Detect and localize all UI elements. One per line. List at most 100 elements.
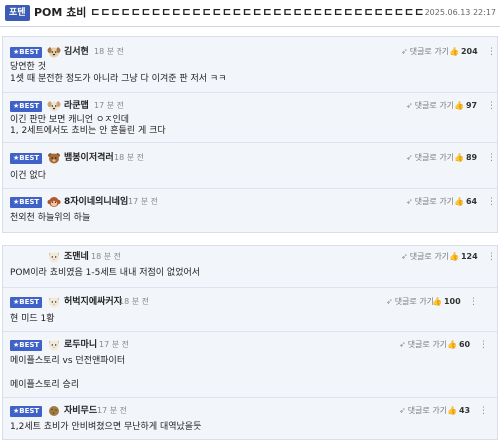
thumbs-up-icon: 👍 bbox=[447, 406, 457, 415]
cookie-avatar-icon[interactable] bbox=[47, 405, 61, 417]
comment-nickname[interactable]: 뱀봉이저격러 bbox=[64, 152, 114, 164]
reply-arrow-icon: ➶ bbox=[386, 297, 393, 306]
like-button[interactable]: 👍 204 bbox=[449, 46, 478, 58]
reply-arrow-icon: ➶ bbox=[399, 340, 406, 349]
reply-arrow-icon: ➶ bbox=[406, 101, 413, 110]
best-badge: ★BEST bbox=[10, 297, 43, 308]
reply-link-label: 댓글로 가기 bbox=[394, 297, 435, 306]
like-count: 60 bbox=[458, 340, 471, 349]
reply-link[interactable]: ➶ 댓글로 가기 bbox=[399, 405, 447, 417]
comment-body-line: 현 미드 1황 bbox=[10, 314, 55, 324]
comment-item: ★BEST 8자이네의니네임 17 분 전 ➶ 댓글로 가기 👍 64 ⋮ 천외천 … bbox=[3, 189, 497, 233]
reply-arrow-icon: ➶ bbox=[406, 153, 413, 162]
comment-item: ★BEST 자비무드 17 분 전 ➶ 댓글로 가기 👍 43 ⋮ 1,2세트 쵸비… bbox=[3, 398, 497, 440]
more-menu-icon[interactable]: ⋮ bbox=[487, 251, 496, 263]
comment-body-line: POM이라 쵸비였음 1-5세트 내내 저점이 없었어서 bbox=[10, 268, 201, 278]
comment-time: 18 분 전 bbox=[119, 297, 149, 306]
comment-item: ★BEST 허벅지에싸커지 18 분 전 ➶ 댓글로 가기 👍 100 ⋮ 현 미드… bbox=[3, 288, 497, 332]
reply-arrow-icon: ➶ bbox=[399, 406, 406, 415]
reply-arrow-icon: ➶ bbox=[401, 47, 408, 56]
thumbs-up-icon: 👍 bbox=[454, 101, 464, 110]
like-button[interactable]: 👍 97 bbox=[454, 100, 477, 112]
more-menu-icon[interactable]: ⋮ bbox=[487, 46, 496, 58]
more-menu-icon[interactable]: ⋮ bbox=[487, 100, 496, 112]
reply-link[interactable]: ➶ 댓글로 가기 bbox=[406, 152, 454, 164]
comment-nickname[interactable]: 로두마니 bbox=[64, 339, 97, 351]
comment-time: 17 분 전 bbox=[97, 406, 127, 415]
comment-time: 17 분 전 bbox=[99, 340, 129, 349]
comment-time: 17 분 전 bbox=[128, 197, 158, 206]
like-count: 97 bbox=[465, 101, 478, 110]
monkey-avatar-icon[interactable] bbox=[47, 196, 61, 208]
like-button[interactable]: 👍 64 bbox=[454, 196, 477, 208]
like-count: 43 bbox=[458, 406, 471, 415]
more-menu-icon[interactable]: ⋮ bbox=[487, 152, 496, 164]
comment-nickname[interactable]: 김서현 bbox=[64, 46, 89, 58]
post-header: 포텐 POM 쵸비 ㄷㄷㄷㄷㄷㄷㄷㄷㄷㄷㄷㄷㄷㄷㄷㄷㄷㄷㄷㄷㄷㄷㄷㄷㄷㄷㄷㄷㄷㄷ… bbox=[0, 0, 500, 27]
comment-nickname[interactable]: 자비무드 bbox=[64, 405, 97, 417]
more-menu-icon[interactable]: ⋮ bbox=[479, 405, 488, 417]
comment-body-line: 이건 없다 bbox=[10, 171, 46, 181]
comment-body-line: 당연한 것 bbox=[10, 62, 46, 72]
reply-link-label: 댓글로 가기 bbox=[409, 47, 450, 56]
comment-body-line: 1,2세트 쵸비가 안비벼쳤으면 무난하게 대역났을듯 bbox=[10, 422, 202, 432]
thumbs-up-icon: 👍 bbox=[454, 197, 464, 206]
like-button[interactable]: 👍 60 bbox=[447, 339, 470, 351]
comment-time: 18 분 전 bbox=[114, 153, 144, 162]
cat-avatar-icon[interactable] bbox=[47, 339, 61, 351]
like-button[interactable]: 👍 124 bbox=[449, 251, 478, 263]
thumbs-up-icon: 👍 bbox=[449, 47, 459, 56]
more-menu-icon[interactable]: ⋮ bbox=[479, 339, 488, 351]
cat-avatar-icon[interactable] bbox=[47, 251, 61, 263]
reply-link-label: 댓글로 가기 bbox=[407, 406, 448, 415]
comment-body-line: 1, 2세트에서도 쵸비는 안 흔들린 게 크다 bbox=[10, 126, 166, 136]
more-menu-icon[interactable]: ⋮ bbox=[469, 296, 478, 308]
like-button[interactable]: 👍 100 bbox=[432, 296, 461, 308]
comment-nickname[interactable]: 라쿤맵 bbox=[64, 100, 89, 112]
reply-link-label: 댓글로 가기 bbox=[414, 197, 455, 206]
best-badge: ★BEST bbox=[10, 340, 43, 351]
best-badge: ★BEST bbox=[10, 47, 43, 58]
reply-arrow-icon: ➶ bbox=[401, 252, 408, 261]
bear-avatar-icon[interactable] bbox=[47, 152, 61, 164]
best-badge: ★BEST bbox=[10, 153, 43, 164]
reply-link[interactable]: ➶ 댓글로 가기 bbox=[406, 196, 454, 208]
comment-body-line: 1셋 때 분전한 정도가 아니라 그냥 다 이겨준 판 저서 ㅋㅋ bbox=[10, 74, 227, 84]
best-badge: ★BEST bbox=[10, 101, 43, 112]
like-count: 124 bbox=[460, 252, 478, 261]
thumbs-up-icon: 👍 bbox=[449, 252, 459, 261]
more-menu-icon[interactable]: ⋮ bbox=[487, 196, 496, 208]
cat-avatar-icon[interactable] bbox=[47, 296, 61, 308]
best-badge: ★BEST bbox=[10, 406, 43, 417]
dog-avatar-icon[interactable] bbox=[47, 100, 61, 112]
post-date: 2025.06.13 22:17 bbox=[424, 8, 496, 17]
comment-item: ★BEST 로두마니 17 분 전 ➶ 댓글로 가기 👍 60 ⋮ 메이플스토리 v… bbox=[3, 332, 497, 398]
post-title: POM 쵸비 ㄷㄷㄷㄷㄷㄷㄷㄷㄷㄷㄷㄷㄷㄷㄷㄷㄷㄷㄷㄷㄷㄷㄷㄷㄷㄷㄷㄷㄷㄷㄷㄷㄷ… bbox=[34, 6, 424, 19]
reply-link[interactable]: ➶ 댓글로 가기 bbox=[399, 339, 447, 351]
comment-time: 17 분 전 bbox=[94, 101, 124, 110]
reply-link[interactable]: ➶ 댓글로 가기 bbox=[401, 46, 449, 58]
reply-link-label: 댓글로 가기 bbox=[414, 101, 455, 110]
comment-nickname[interactable]: 허벅지에싸커지 bbox=[64, 296, 122, 308]
reply-link[interactable]: ➶ 댓글로 가기 bbox=[401, 251, 449, 263]
thumbs-up-icon: 👍 bbox=[432, 297, 442, 306]
comment-nickname[interactable]: 조맨네 bbox=[64, 251, 89, 263]
thumbs-up-icon: 👍 bbox=[447, 340, 457, 349]
comment-time: 18 분 전 bbox=[91, 252, 121, 261]
dog-avatar-icon[interactable] bbox=[47, 46, 61, 58]
reply-link[interactable]: ➶ 댓글로 가기 bbox=[406, 100, 454, 112]
reply-link[interactable]: ➶ 댓글로 가기 bbox=[386, 296, 434, 308]
comment-nickname[interactable]: 8자이네의니네임 bbox=[64, 196, 128, 208]
comment-body-line: 천외천 하늘위의 하늘 bbox=[10, 213, 91, 223]
comment-list: 조맨네 18 분 전 ➶ 댓글로 가기 👍 124 ⋮ POM이라 쵸비였음 1-5… bbox=[2, 245, 498, 440]
like-button[interactable]: 👍 89 bbox=[454, 152, 477, 164]
reply-arrow-icon: ➶ bbox=[406, 197, 413, 206]
comment-item: ★BEST 뱀봉이저격러 18 분 전 ➶ 댓글로 가기 👍 89 ⋮ 이건 없다 bbox=[3, 143, 497, 189]
comment-body-line: 메이플스토리 승리 bbox=[10, 380, 80, 390]
comment-body-line: 이긴 판만 보면 캐니언 ㅇㅈ인데 bbox=[10, 115, 130, 125]
comment-body-line: 메이플스토리 vs 던전앤파이터 bbox=[10, 356, 126, 366]
like-button[interactable]: 👍 43 bbox=[447, 405, 470, 417]
like-count: 204 bbox=[460, 47, 478, 56]
best-comment-list: ★BEST 김서현 18 분 전 ➶ 댓글로 가기 👍 204 ⋮ 당연한 것 1셋… bbox=[2, 36, 498, 233]
category-badge[interactable]: 포텐 bbox=[5, 5, 30, 21]
